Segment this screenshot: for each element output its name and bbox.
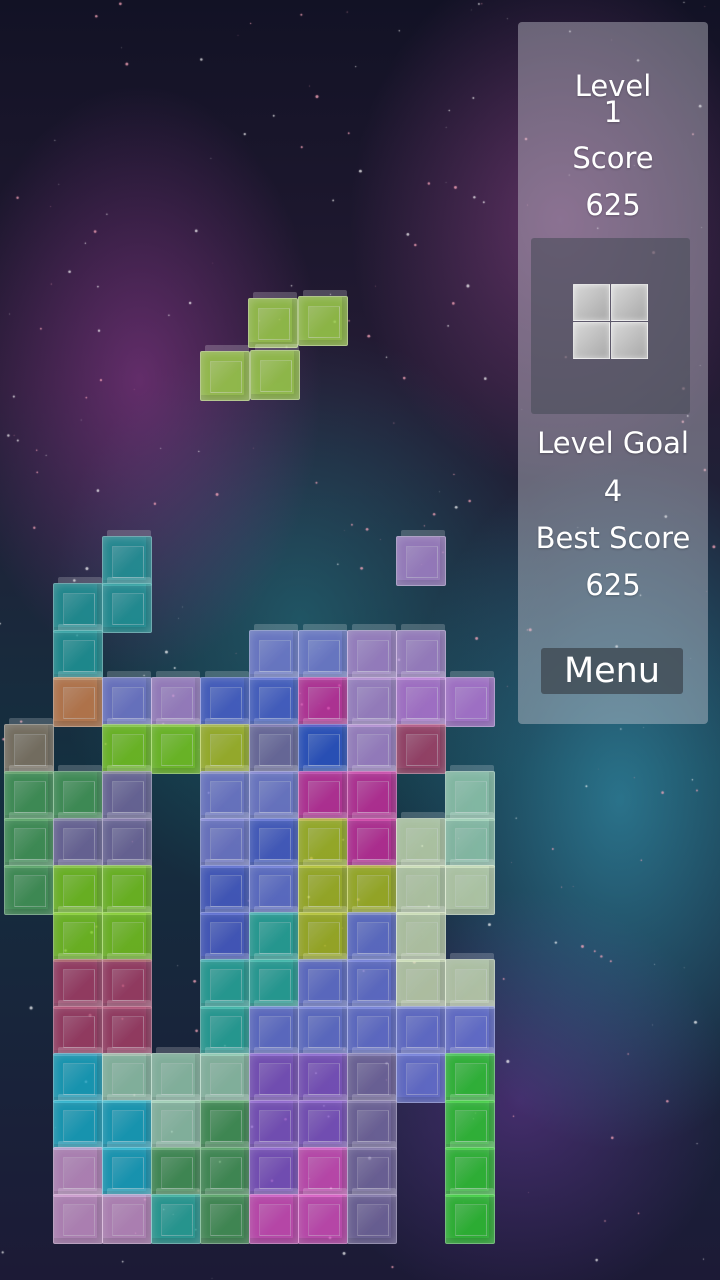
board-block — [347, 1188, 397, 1244]
board-block — [102, 577, 152, 633]
next-piece-preview — [531, 238, 690, 414]
board-block — [445, 859, 495, 915]
falling-piece-block — [298, 290, 348, 346]
board-block — [249, 1188, 299, 1244]
next-piece-block — [573, 322, 610, 359]
best-score-value: 625 — [585, 568, 641, 602]
best-score-label: Best Score — [535, 521, 691, 555]
board-block — [445, 1188, 495, 1244]
menu-button[interactable]: Menu — [541, 648, 683, 694]
next-piece-block — [611, 322, 648, 359]
level-value: 1 — [603, 95, 623, 129]
board-block — [151, 718, 201, 774]
falling-piece-block — [248, 292, 298, 348]
level-goal-value: 4 — [603, 474, 623, 508]
board-block — [445, 671, 495, 727]
next-piece-block — [611, 284, 648, 321]
board-block — [151, 1188, 201, 1244]
next-piece-block — [573, 284, 610, 321]
board-block — [53, 671, 103, 727]
falling-piece-block — [250, 344, 300, 400]
board-block — [298, 1188, 348, 1244]
falling-piece-block — [200, 345, 250, 401]
board-block — [396, 1047, 446, 1103]
board-block — [53, 1188, 103, 1244]
board-block — [396, 718, 446, 774]
board-block — [4, 859, 54, 915]
level-goal-label: Level Goal — [537, 426, 689, 460]
score-label: Score — [572, 141, 654, 175]
board-block — [200, 1188, 250, 1244]
hud-panel: Level 1 Score 625 Level Goal 4 Best Scor… — [518, 22, 708, 724]
board-block — [102, 1188, 152, 1244]
score-value: 625 — [585, 188, 641, 222]
board-block — [396, 530, 446, 586]
